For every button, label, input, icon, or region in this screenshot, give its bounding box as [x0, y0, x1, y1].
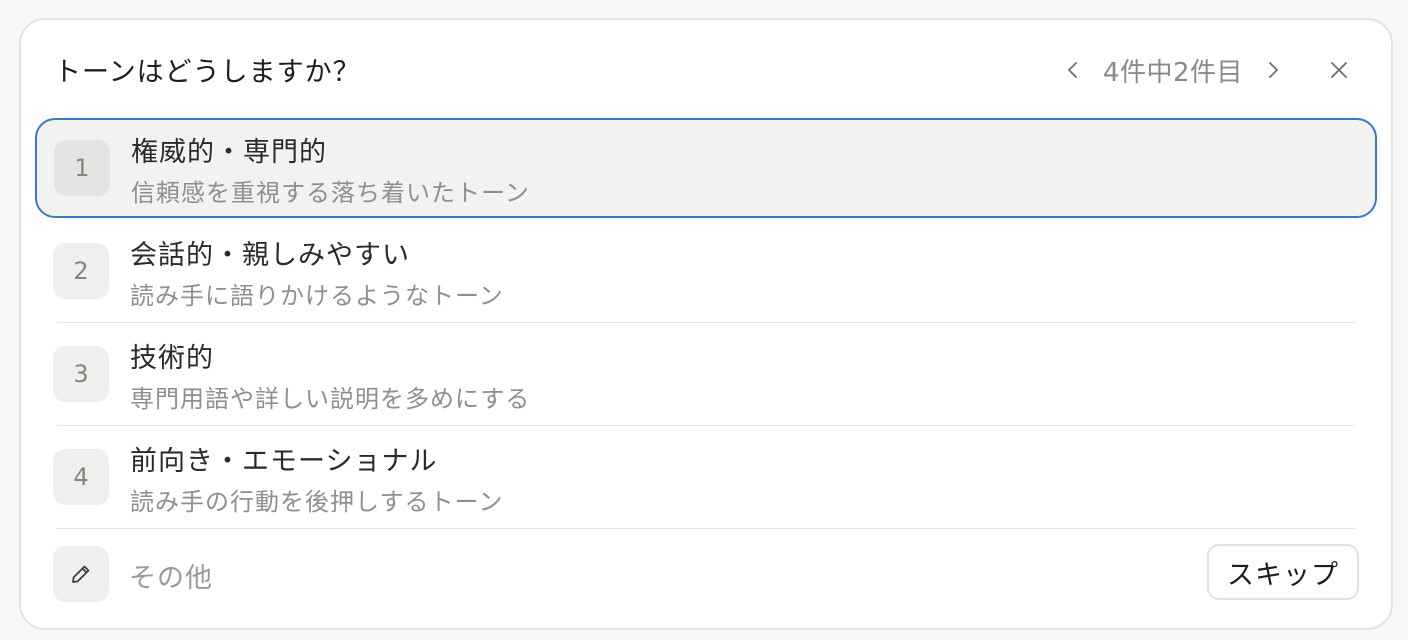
page-counter: 4件中2件目	[1102, 57, 1243, 88]
dialog-footer: その他 スキップ	[21, 528, 1391, 628]
option-number: 1	[54, 140, 110, 196]
option-item-3[interactable]: 3 技術的 専門用語や詳しい説明を多めにする	[35, 324, 1377, 426]
option-description: 読み手の行動を後押しするトーン	[130, 488, 504, 516]
option-label: 技術的	[130, 343, 214, 374]
option-label: 会話的・親しみやすい	[130, 240, 410, 271]
dialog-header: トーンはどうしますか？ 4件中2件目	[21, 20, 1391, 118]
option-item-1[interactable]: 1 権威的・専門的 信頼感を重視する落ち着いたトーン	[35, 118, 1377, 218]
other-edit-button[interactable]	[53, 546, 109, 602]
option-label: 権威的・専門的	[131, 137, 327, 168]
close-icon	[1331, 62, 1347, 78]
option-description: 専門用語や詳しい説明を多めにする	[130, 385, 531, 413]
question-dialog: トーンはどうしますか？ 4件中2件目 1 権威的・専門的 信頼感を重視する落ち着…	[19, 18, 1393, 630]
divider	[57, 322, 1355, 323]
option-label: 前向き・エモーショナル	[130, 446, 438, 477]
question-title: トーンはどうしますか？	[54, 57, 361, 88]
chevron-right-icon	[1269, 62, 1278, 78]
option-number: 4	[53, 449, 109, 505]
divider	[57, 425, 1355, 426]
close-button[interactable]	[1319, 50, 1359, 90]
other-input[interactable]: その他	[129, 556, 213, 595]
option-item-4[interactable]: 4 前向き・エモーショナル 読み手の行動を後押しするトーン	[35, 427, 1377, 529]
next-button[interactable]	[1253, 50, 1293, 90]
option-item-2[interactable]: 2 会話的・親しみやすい 読み手に語りかけるようなトーン	[35, 221, 1377, 323]
option-number: 3	[53, 346, 109, 402]
option-description: 信頼感を重視する落ち着いたトーン	[131, 179, 530, 207]
chevron-left-icon	[1068, 62, 1077, 78]
pencil-icon	[72, 565, 90, 583]
prev-button[interactable]	[1053, 50, 1093, 90]
option-description: 読み手に語りかけるようなトーン	[130, 282, 504, 310]
skip-button[interactable]: スキップ	[1207, 544, 1359, 600]
option-number: 2	[53, 243, 109, 299]
pager: 4件中2件目	[1053, 50, 1359, 90]
option-list: 1 権威的・専門的 信頼感を重視する落ち着いたトーン 2 会話的・親しみやすい …	[35, 118, 1377, 530]
